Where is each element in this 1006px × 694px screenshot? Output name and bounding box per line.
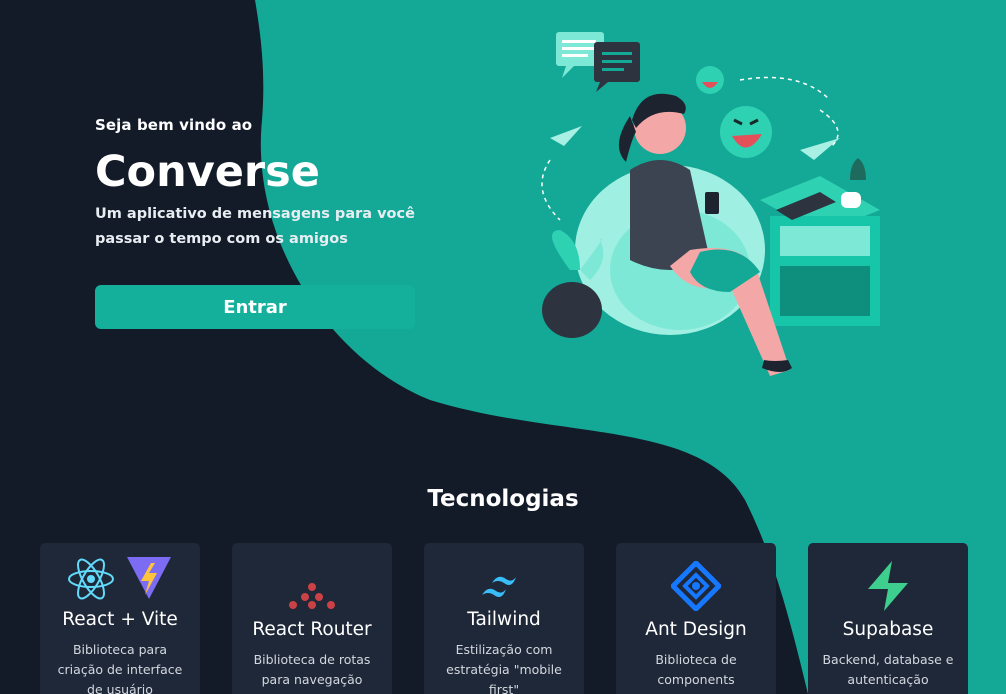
react-icon <box>68 558 114 600</box>
chat-illustration <box>541 32 880 376</box>
tech-name: Ant Design <box>645 619 747 640</box>
vite-icon <box>127 557 171 599</box>
tech-name: React + Vite <box>62 609 178 630</box>
tech-description: Estilização com estratégia "mobile first… <box>446 642 562 694</box>
app-subtitle: Um aplicativo de mensagens para você pas… <box>95 206 415 247</box>
side-table-icon <box>760 158 880 326</box>
chat-bubbles-icon <box>556 32 640 92</box>
app-title: Converse <box>95 147 320 197</box>
tech-card-react-router: React Router Biblioteca de rotas para na… <box>232 543 392 694</box>
tech-card-supabase: Supabase Backend, database e autenticaçã… <box>808 543 968 694</box>
tech-name: Tailwind <box>467 609 541 630</box>
tailwind-icon <box>482 576 516 597</box>
tech-card-react-vite: React + Vite Biblioteca para criação de … <box>40 543 200 694</box>
tech-description: Biblioteca de components <box>655 652 737 687</box>
tech-card-tailwind: Tailwind Estilização com estratégia "mob… <box>424 543 584 694</box>
tech-description: Biblioteca de rotas para navegação <box>253 652 371 687</box>
tech-name: React Router <box>252 619 372 640</box>
supabase-icon <box>868 561 908 611</box>
welcome-text: Seja bem vindo ao <box>95 116 253 134</box>
tech-description: Backend, database e autenticação <box>822 652 954 687</box>
enter-button[interactable]: Entrar <box>95 285 415 329</box>
laughing-emoji-icon <box>696 66 772 158</box>
tech-name: Supabase <box>842 619 934 640</box>
react-router-icon <box>289 583 335 609</box>
tech-card-ant-design: Ant Design Biblioteca de components <box>616 543 776 694</box>
tech-description: Biblioteca para criação de interface de … <box>57 642 183 694</box>
ant-design-icon <box>671 561 721 611</box>
hero-section: Seja bem vindo ao Converse Um aplicativo… <box>95 116 425 252</box>
technologies-title: Tecnologias <box>427 486 579 512</box>
